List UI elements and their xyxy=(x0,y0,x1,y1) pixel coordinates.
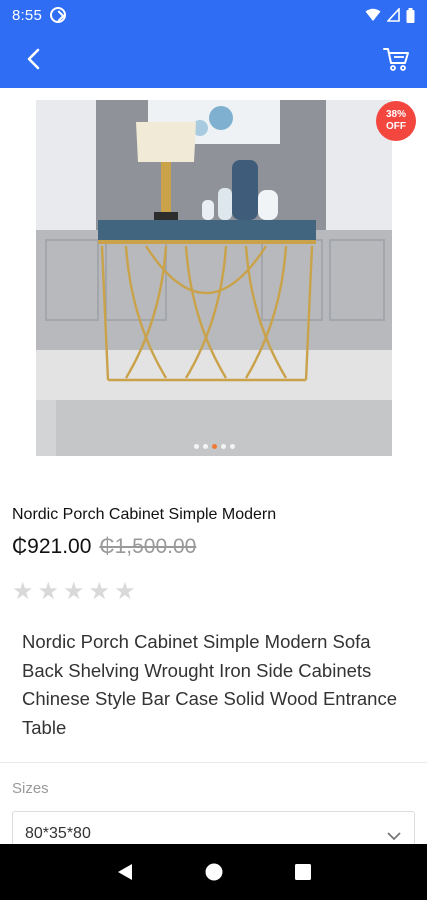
status-icons xyxy=(365,7,415,23)
discount-badge: 38% OFF xyxy=(376,101,416,141)
carousel-dot[interactable] xyxy=(229,444,235,449)
chevron-down-icon xyxy=(387,832,401,841)
status-time: 8:55 xyxy=(12,6,42,24)
cart-button[interactable] xyxy=(379,42,413,76)
system-nav-bar xyxy=(0,844,427,900)
carousel-indicator[interactable] xyxy=(36,444,392,449)
product-title: Nordic Porch Cabinet Simple Modern xyxy=(12,506,277,523)
back-arrow-icon xyxy=(27,48,40,70)
product-description: Nordic Porch Cabinet Simple Modern Sofa … xyxy=(22,631,397,738)
status-bar: 8:55 xyxy=(0,0,427,30)
carousel-dot[interactable] xyxy=(193,444,199,449)
star-icon[interactable]: ★ xyxy=(38,580,60,604)
size-select[interactable]: 80*35*80 xyxy=(12,811,415,844)
battery-icon xyxy=(406,7,415,23)
nav-home-button[interactable] xyxy=(199,857,229,887)
cart-icon xyxy=(383,48,409,71)
nav-back-icon xyxy=(117,864,132,880)
current-price: ₵921.00 xyxy=(12,535,92,558)
back-button[interactable] xyxy=(18,44,48,74)
nav-back-button[interactable] xyxy=(110,857,140,887)
nav-recents-button[interactable] xyxy=(288,857,318,887)
size-select-value: 80*35*80 xyxy=(25,825,91,842)
sync-icon xyxy=(50,7,66,23)
rating-stars[interactable]: ★ ★ ★ ★ ★ xyxy=(12,580,136,604)
signal-icon xyxy=(387,8,400,22)
nav-home-icon xyxy=(205,863,222,881)
price-row: ₵921.00 ₵1,500.00 xyxy=(12,535,196,559)
product-image-carousel[interactable] xyxy=(36,100,392,456)
carousel-dot[interactable] xyxy=(220,444,226,449)
star-icon[interactable]: ★ xyxy=(114,580,136,604)
original-price: ₵1,500.00 xyxy=(99,535,197,558)
carousel-dot-active[interactable] xyxy=(211,444,217,449)
carousel-dot[interactable] xyxy=(202,444,208,449)
discount-badge-label: 38% OFF xyxy=(385,109,406,132)
wifi-icon xyxy=(365,8,381,21)
product-detail: 38% OFF Nordic Porch Cabinet Simple Mode… xyxy=(0,88,427,844)
divider xyxy=(0,762,427,763)
star-icon[interactable]: ★ xyxy=(12,580,34,604)
star-icon[interactable]: ★ xyxy=(63,580,85,604)
app-bar xyxy=(0,30,427,88)
product-photo xyxy=(36,100,392,456)
sizes-label: Sizes xyxy=(12,780,49,797)
star-icon[interactable]: ★ xyxy=(89,580,111,604)
nav-recents-icon xyxy=(294,864,311,880)
